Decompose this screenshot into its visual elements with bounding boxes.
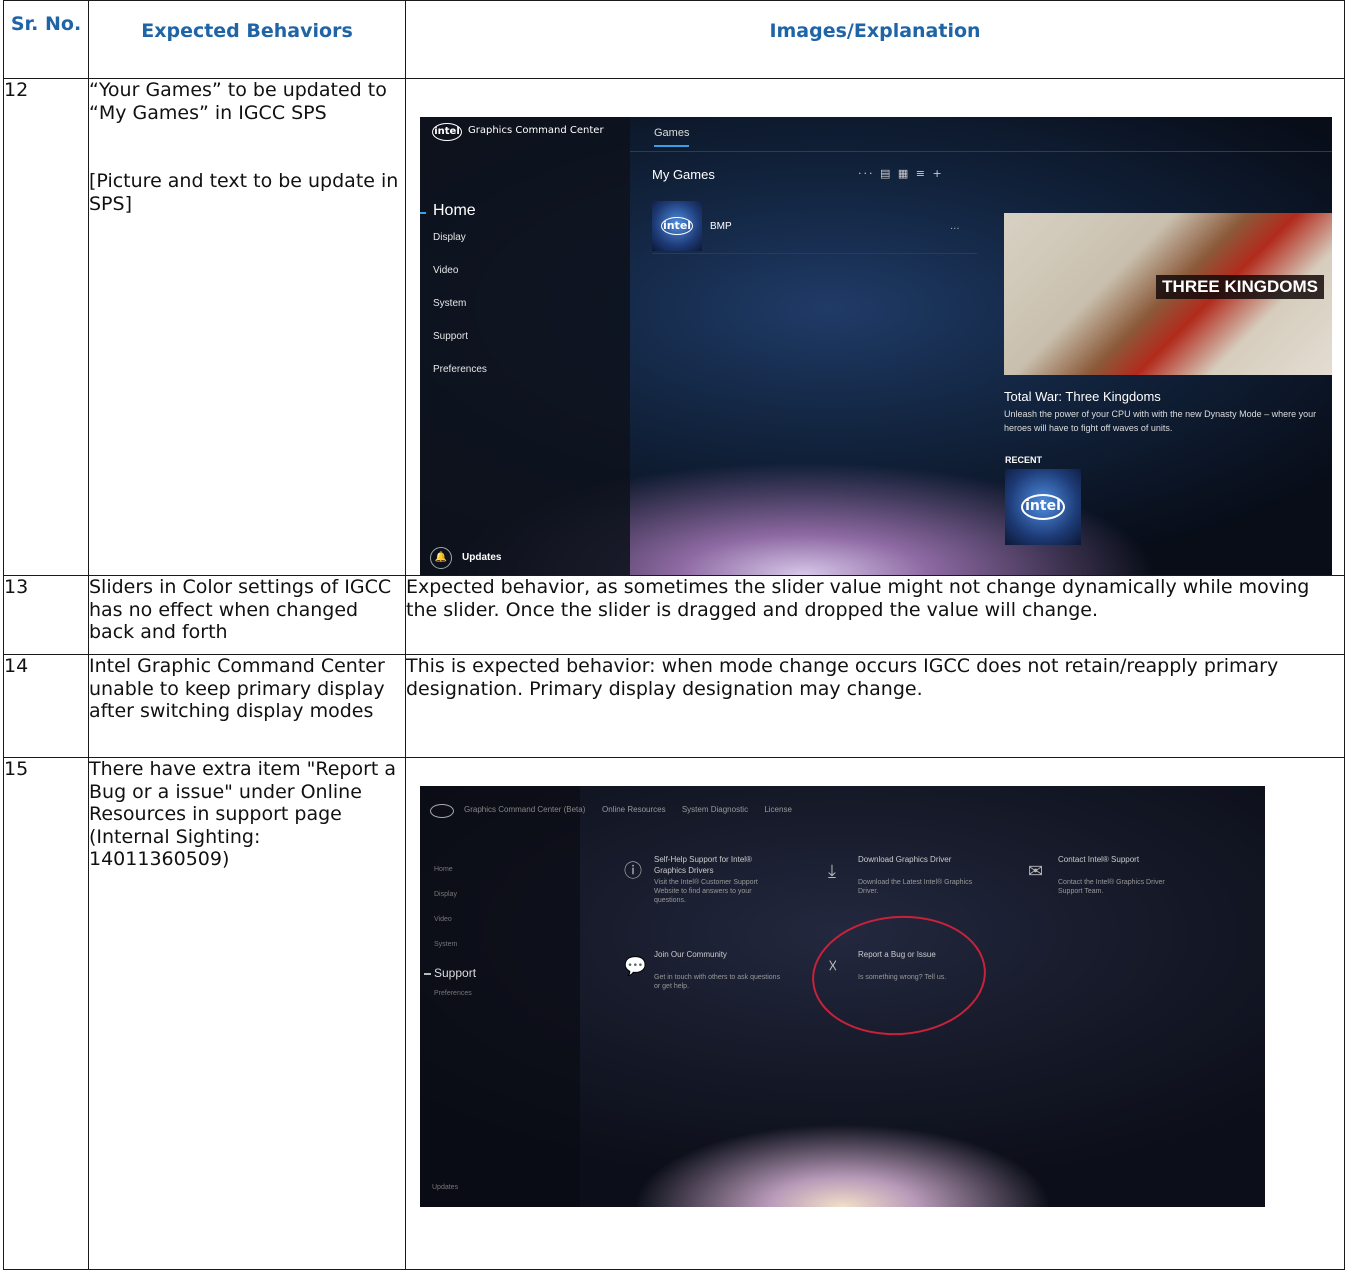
row-image-cell: Home Display Video System Support Prefer…	[405, 757, 1345, 1270]
igcc-sidebar: Home Display Video System Support Prefer…	[420, 786, 580, 1207]
more-options-icon[interactable]: ···	[950, 219, 960, 242]
sidebar-item-home[interactable]: Home	[434, 866, 476, 891]
promo-banner[interactable]: THREE KINGDOMS	[1004, 213, 1332, 375]
row-number: 14	[3, 654, 89, 758]
row-number: 12	[3, 78, 89, 576]
tab-system-diagnostic[interactable]: System Diagnostic	[682, 805, 748, 814]
tab-bar: Games	[630, 117, 1332, 152]
card-description: Contact the Intel® Graphics Driver Suppo…	[1058, 879, 1165, 895]
recent-label: RECENT	[1005, 455, 1043, 465]
chat-bubble-icon: 💬	[624, 956, 647, 976]
sidebar-item-video[interactable]: Video	[434, 916, 476, 941]
sidebar-item-display[interactable]: Display	[420, 232, 487, 265]
sidebar-item-system[interactable]: System	[420, 298, 487, 331]
help-icon: ⓘ	[624, 861, 642, 881]
app-title: Graphics Command Center	[468, 125, 604, 136]
sidebar-item-display[interactable]: Display	[434, 891, 476, 916]
row-behavior: Sliders in Color settings of IGCC has no…	[88, 575, 406, 655]
card-title: Contact Intel® Support	[1058, 855, 1140, 864]
header-expected-behaviors: Expected Behaviors	[88, 0, 406, 79]
intel-logo-icon: intel	[661, 217, 693, 235]
header-sr-no: Sr. No.	[3, 0, 89, 79]
download-icon: ⤓	[828, 861, 836, 881]
row-image-cell: intel Graphics Command Center Home Displ…	[405, 78, 1345, 576]
igcc-sidebar: intel Graphics Command Center Home Displ…	[420, 117, 630, 575]
card-title: Self-Help Support for Intel® Graphics Dr…	[654, 855, 752, 875]
sidebar-nav: Home Display Video System Support Prefer…	[423, 866, 476, 1015]
table-row: 12 “Your Games” to be updated to “My Gam…	[3, 78, 1345, 576]
updates-label[interactable]: Updates	[462, 552, 501, 563]
sidebar-nav: Home Display Video System Support Prefer…	[420, 202, 487, 397]
sidebar-item-system[interactable]: System	[434, 941, 476, 966]
row-explanation: This is expected behavior: when mode cha…	[405, 654, 1345, 758]
intel-logo-icon: intel	[1021, 494, 1065, 520]
mail-icon: ✉	[1028, 861, 1044, 881]
tab-bar: Online Resources System Diagnostic Licen…	[602, 805, 806, 814]
intel-logo-icon: intel	[432, 123, 462, 141]
bell-icon[interactable]: 🔔	[430, 547, 452, 569]
table-row: 14 Intel Graphic Command Center unable t…	[3, 654, 1345, 758]
behavior-note: [Picture and text to be update in SPS]	[89, 170, 399, 215]
header-images-explanation: Images/Explanation	[405, 0, 1345, 79]
game-thumbnail: intel	[652, 201, 702, 251]
row-number: 13	[3, 575, 89, 655]
intel-logo-icon	[430, 804, 454, 818]
game-list-item[interactable]: intel BMP ···	[652, 201, 977, 254]
card-description: Get in touch with others to ask question…	[654, 974, 781, 990]
row-behavior: “Your Games” to be updated to “My Games”…	[88, 78, 406, 576]
sidebar-item-support[interactable]: Support	[420, 331, 487, 364]
card-title: Download Graphics Driver	[858, 855, 952, 864]
sidebar-item-home[interactable]: Home	[420, 202, 487, 232]
recent-game-thumbnail[interactable]: intel	[1005, 469, 1081, 545]
row-behavior: Intel Graphic Command Center unable to k…	[88, 654, 406, 758]
igcc-support-screenshot: Home Display Video System Support Prefer…	[420, 786, 1265, 1207]
row-explanation: Expected behavior, as sometimes the slid…	[405, 575, 1345, 655]
igcc-games-screenshot: intel Graphics Command Center Home Displ…	[420, 117, 1332, 575]
behavior-text: “Your Games” to be updated to “My Games”…	[89, 79, 387, 124]
table-row: 13 Sliders in Color settings of IGCC has…	[3, 575, 1345, 655]
tab-games[interactable]: Games	[654, 127, 690, 147]
card-title: Join Our Community	[654, 950, 727, 959]
row-behavior: There have extra item "Report a Bug or a…	[88, 757, 406, 1270]
card-description: Download the Latest Intel® Graphics Driv…	[858, 879, 973, 895]
sidebar-item-preferences[interactable]: Preferences	[434, 990, 476, 1015]
promo-title: Total War: Three Kingdoms	[1004, 389, 1161, 404]
sidebar-item-support[interactable]: Support	[423, 966, 476, 990]
updates-label[interactable]: Updates	[432, 1184, 458, 1191]
highlight-circle	[808, 910, 990, 1041]
sidebar-item-preferences[interactable]: Preferences	[420, 364, 487, 397]
card-description: Visit the Intel® Customer Support Websit…	[654, 879, 758, 904]
games-toolbar[interactable]: ··· ▤ ▦ ≡ +	[858, 167, 944, 180]
promo-description: Unleash the power of your CPU with with …	[1004, 409, 1317, 433]
tab-online-resources[interactable]: Online Resources	[602, 805, 666, 814]
promo-logo: THREE KINGDOMS	[1156, 275, 1324, 299]
row-number: 15	[3, 757, 89, 1270]
app-title: Graphics Command Center (Beta)	[464, 805, 586, 814]
table-header-row: Sr. No. Expected Behaviors Images/Explan…	[3, 0, 1345, 79]
tab-license[interactable]: License	[764, 805, 792, 814]
section-title: My Games	[652, 167, 715, 182]
table-row: 15 There have extra item "Report a Bug o…	[3, 757, 1345, 1270]
issues-table: Sr. No. Expected Behaviors Images/Explan…	[3, 0, 1345, 1270]
game-name: BMP	[710, 221, 732, 232]
sidebar-item-video[interactable]: Video	[420, 265, 487, 298]
